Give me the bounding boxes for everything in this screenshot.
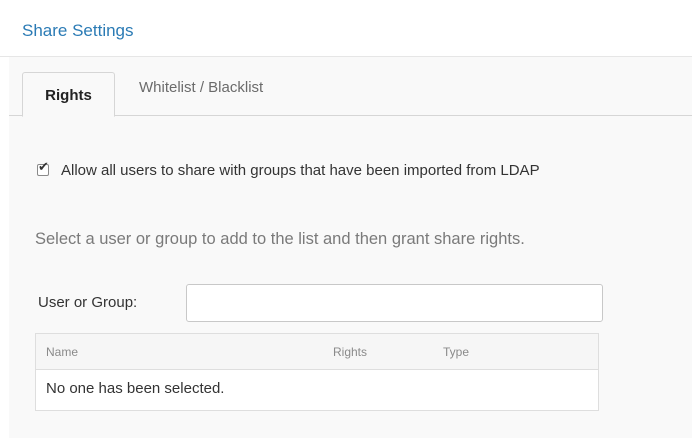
- instructions-text: Select a user or group to add to the lis…: [35, 230, 525, 248]
- checkmark-icon: ✔: [38, 159, 49, 174]
- ldap-share-checkbox[interactable]: ✔: [37, 160, 49, 176]
- tab-whitelist-blacklist[interactable]: Whitelist / Blacklist: [139, 72, 329, 116]
- user-or-group-label: User or Group:: [38, 294, 138, 311]
- page-header: Share Settings: [0, 0, 692, 57]
- tab-rights[interactable]: Rights: [22, 72, 115, 117]
- ldap-share-label[interactable]: Allow all users to share with groups tha…: [61, 162, 540, 179]
- column-header-rights[interactable]: Rights: [333, 345, 367, 359]
- table-header: Name Rights Type: [36, 334, 598, 370]
- user-or-group-input[interactable]: [186, 284, 603, 322]
- column-header-name[interactable]: Name: [46, 345, 78, 359]
- table-empty-message: No one has been selected.: [46, 380, 225, 397]
- share-rights-table: Name Rights Type No one has been selecte…: [35, 333, 599, 411]
- tab-bar: Rights Whitelist / Blacklist: [9, 57, 692, 117]
- column-header-type[interactable]: Type: [443, 345, 469, 359]
- page-title: Share Settings: [22, 21, 134, 40]
- share-settings-panel: Rights Whitelist / Blacklist ✔ Allow all…: [9, 57, 692, 438]
